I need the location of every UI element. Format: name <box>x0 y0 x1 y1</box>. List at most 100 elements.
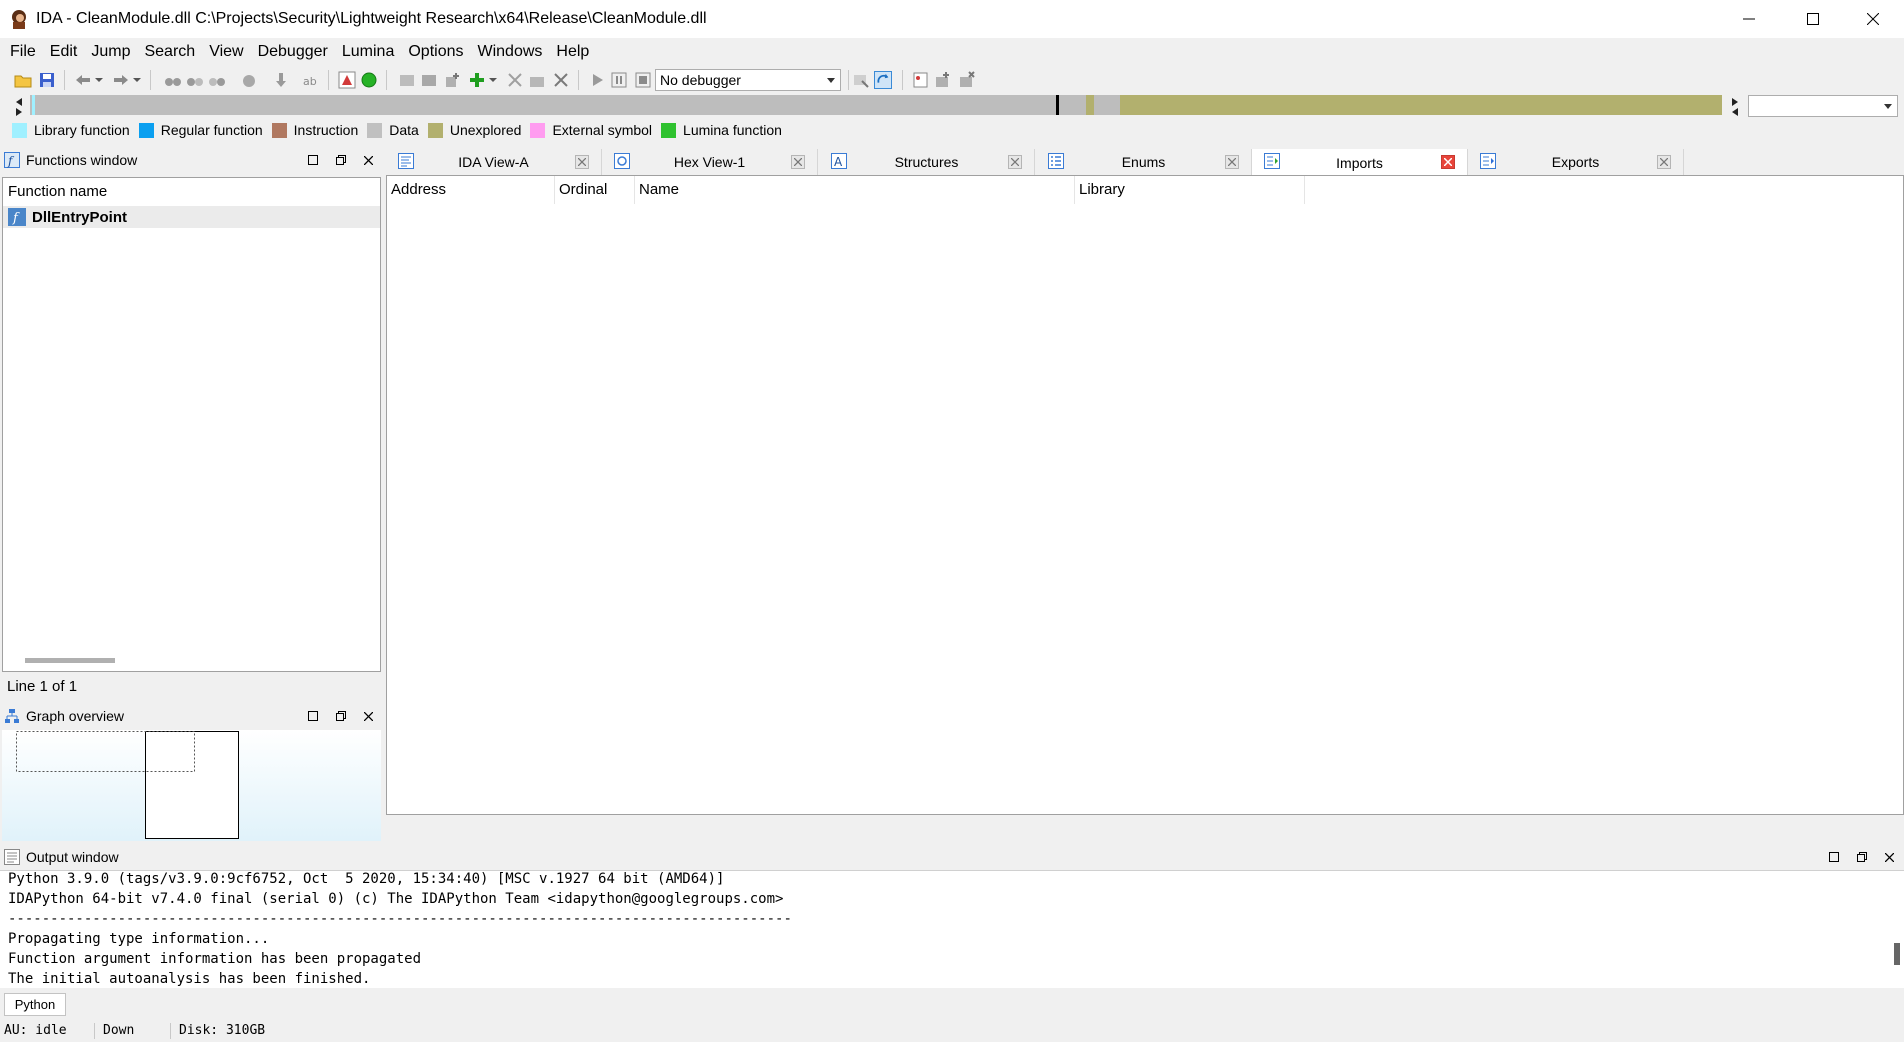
menu-help[interactable]: Help <box>549 38 596 66</box>
navigation-combo[interactable] <box>1748 95 1898 117</box>
maximize-pane-button[interactable] <box>1826 849 1842 865</box>
function-row[interactable]: f DllEntryPoint <box>3 206 380 228</box>
menu-windows[interactable]: Windows <box>470 38 549 66</box>
python-command-input[interactable] <box>70 993 1900 1016</box>
float-pane-button[interactable] <box>333 708 349 724</box>
graph-overview-title: Graph overview <box>26 708 125 724</box>
imports-table[interactable]: Address Ordinal Name Library <box>386 175 1904 815</box>
menu-debugger[interactable]: Debugger <box>251 38 335 66</box>
legend-swatch <box>530 122 546 138</box>
delete-icon[interactable] <box>552 71 570 89</box>
functions-list[interactable]: Function name f DllEntryPoint <box>2 177 381 672</box>
tab-close-button[interactable] <box>1008 155 1022 169</box>
tab-ida-view-a[interactable]: IDA View-A <box>386 149 602 175</box>
vertical-scrollbar[interactable] <box>1894 943 1900 965</box>
close-pane-button[interactable] <box>360 152 376 168</box>
legend-label: Regular function <box>160 122 263 138</box>
run-green-icon[interactable] <box>360 71 378 89</box>
horizontal-scrollbar[interactable] <box>25 658 115 663</box>
close-pane-button[interactable] <box>1881 849 1897 865</box>
output-line: ----------------------------------------… <box>8 911 792 927</box>
menu-lumina[interactable]: Lumina <box>335 38 401 66</box>
tab-close-button[interactable] <box>1225 155 1239 169</box>
menu-view[interactable]: View <box>202 38 250 66</box>
nav-segment-unexplored <box>1120 95 1722 115</box>
tab-enums[interactable]: Enums <box>1036 149 1252 175</box>
add-breakpoint-icon[interactable] <box>934 71 952 89</box>
menu-search[interactable]: Search <box>137 38 202 66</box>
search-next-icon[interactable] <box>240 71 258 89</box>
green-plus-icon[interactable] <box>468 71 486 89</box>
breakpoint-list-icon[interactable] <box>912 71 930 89</box>
tab-structures[interactable]: A Structures <box>819 149 1035 175</box>
open-folder-icon[interactable] <box>14 71 32 89</box>
stop-icon[interactable] <box>634 71 652 89</box>
close-window-button[interactable] <box>1844 0 1902 38</box>
tools-icon[interactable] <box>506 71 524 89</box>
attach-process-icon[interactable] <box>852 71 870 89</box>
column-header-function-name[interactable]: Function name <box>3 178 380 205</box>
maximize-button[interactable] <box>1784 0 1842 38</box>
close-pane-button[interactable] <box>360 708 376 724</box>
chevron-down-icon[interactable] <box>488 71 498 89</box>
menu-edit[interactable]: Edit <box>43 38 85 66</box>
binoculars-icon[interactable] <box>164 71 182 89</box>
column-header-name[interactable]: Name <box>635 176 1075 204</box>
navigation-strip[interactable] <box>30 95 1722 115</box>
float-pane-button[interactable] <box>1854 849 1870 865</box>
tab-close-button[interactable] <box>791 155 805 169</box>
code-icon[interactable] <box>398 71 416 89</box>
nav-left-arrows-icon[interactable] <box>14 96 24 116</box>
tab-close-button[interactable] <box>1441 155 1455 169</box>
chevron-down-icon[interactable] <box>94 71 104 89</box>
tab-imports[interactable]: Imports <box>1252 149 1468 176</box>
title-bar: IDA - CleanModule.dll C:\Projects\Securi… <box>0 0 1904 38</box>
column-header-address[interactable]: Address <box>387 176 555 204</box>
forward-arrow-icon[interactable] <box>112 71 130 89</box>
tab-exports[interactable]: Exports <box>1468 149 1684 175</box>
legend-swatch <box>427 122 443 138</box>
menu-jump[interactable]: Jump <box>84 38 137 66</box>
save-icon[interactable] <box>38 71 56 89</box>
minimize-button[interactable] <box>1720 0 1778 38</box>
output-window-header: Output window <box>0 846 1904 868</box>
python-cli-button[interactable]: Python <box>4 993 66 1016</box>
play-icon[interactable] <box>588 71 606 89</box>
chevron-down-icon <box>827 78 835 83</box>
maximize-pane-button[interactable] <box>305 708 321 724</box>
down-arrow-icon[interactable] <box>272 71 290 89</box>
nav-right-arrows-icon[interactable] <box>1730 96 1740 116</box>
chevron-down-icon[interactable] <box>132 71 142 89</box>
hex-icon <box>614 153 630 169</box>
maximize-icon <box>1807 13 1819 25</box>
splitter-area <box>381 816 1904 846</box>
search-binary-icon[interactable] <box>208 71 226 89</box>
float-pane-button[interactable] <box>333 152 349 168</box>
output-text-area[interactable]: Python 3.9.0 (tags/v3.9.0:9cf6752, Oct 5… <box>0 870 1904 988</box>
menu-options[interactable]: Options <box>401 38 470 66</box>
text-search-icon[interactable]: ab <box>302 71 320 89</box>
tab-label: Exports <box>1551 154 1600 170</box>
data-icon[interactable] <box>420 71 438 89</box>
graph-view-icon[interactable] <box>338 71 356 89</box>
back-arrow-icon[interactable] <box>74 71 92 89</box>
column-header-library[interactable]: Library <box>1075 176 1305 204</box>
tab-close-button[interactable] <box>1657 155 1671 169</box>
debugger-select[interactable]: No debugger <box>655 69 841 91</box>
menu-file[interactable]: File <box>3 38 43 66</box>
patch-icon[interactable] <box>528 71 546 89</box>
search-text-icon[interactable] <box>186 71 204 89</box>
delete-breakpoint-icon[interactable] <box>958 71 976 89</box>
graph-overview-canvas[interactable] <box>2 730 381 841</box>
tab-label: Imports <box>1336 154 1383 171</box>
ida-app-icon <box>12 10 26 29</box>
pause-icon[interactable] <box>610 71 628 89</box>
tab-close-button[interactable] <box>575 155 589 169</box>
add-function-icon[interactable] <box>444 71 462 89</box>
sync-icon[interactable] <box>874 71 892 89</box>
maximize-pane-button[interactable] <box>305 152 321 168</box>
nav-segment-library <box>32 95 35 115</box>
navigation-band <box>0 94 1904 118</box>
tab-hex-view-1[interactable]: Hex View-1 <box>602 149 818 175</box>
column-header-ordinal[interactable]: Ordinal <box>555 176 635 204</box>
